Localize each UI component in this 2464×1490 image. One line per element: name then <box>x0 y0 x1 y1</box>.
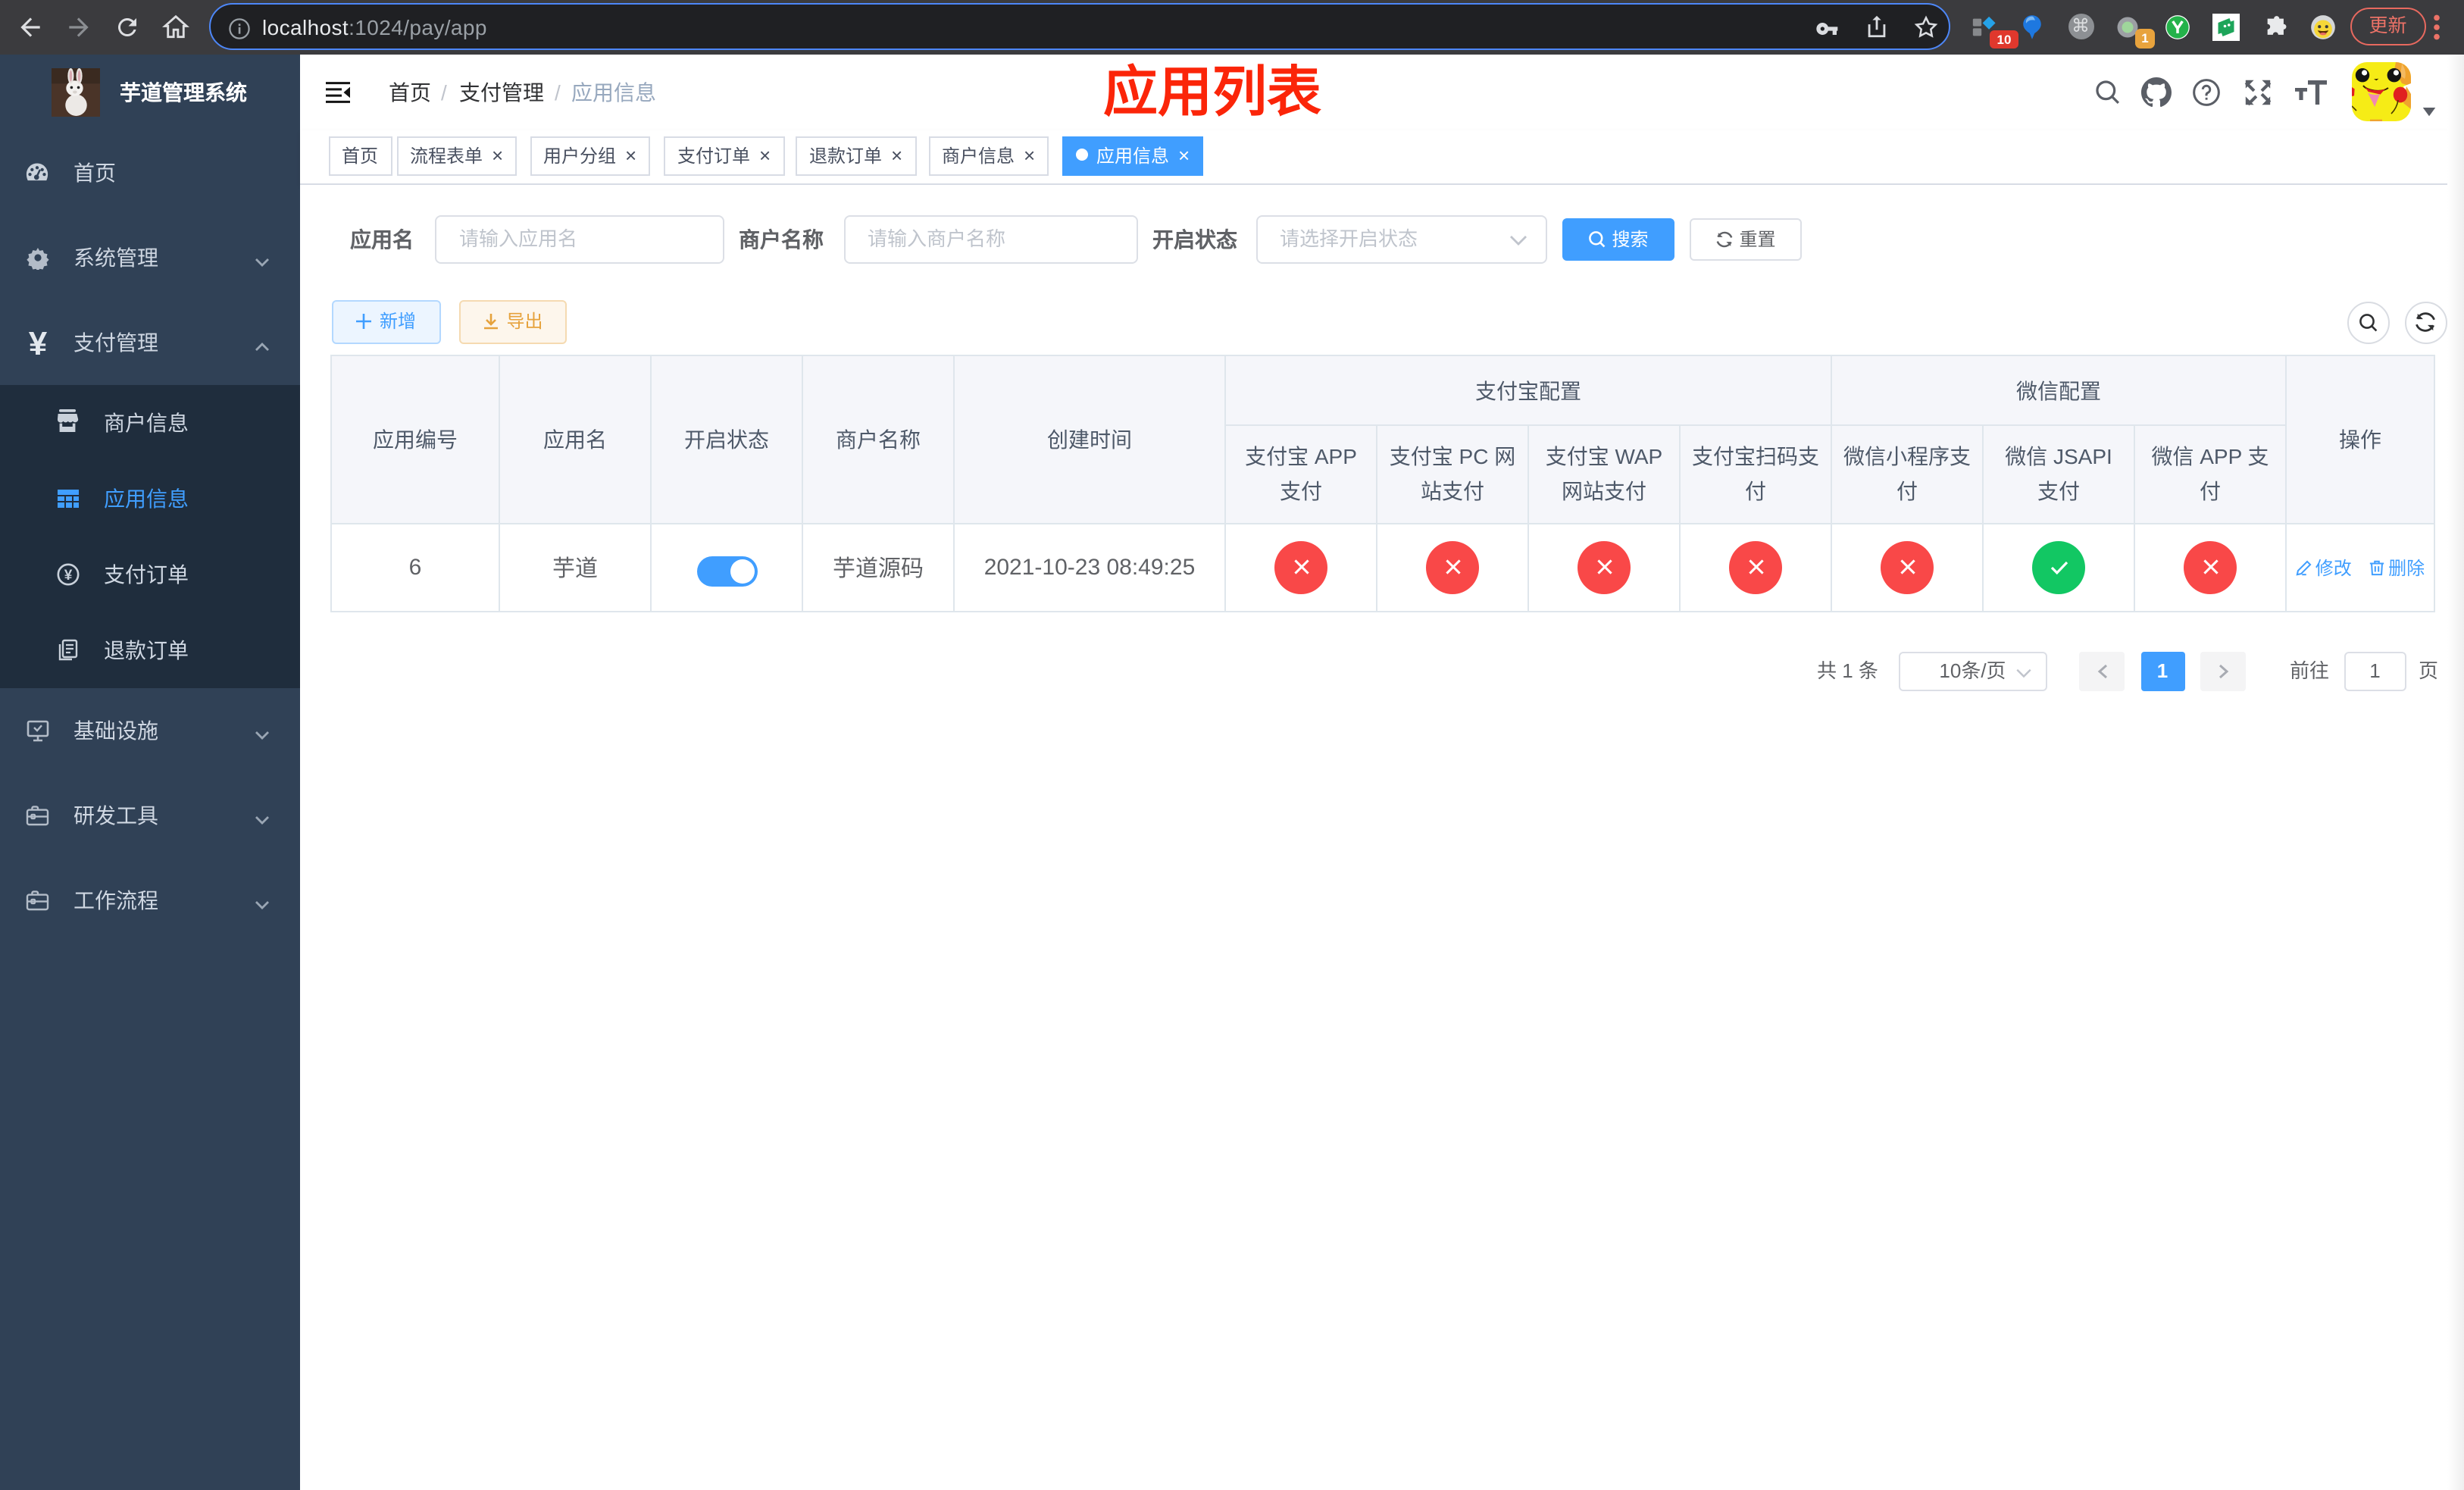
svg-text:¥: ¥ <box>64 567 72 583</box>
svg-text:¥: ¥ <box>29 324 48 362</box>
